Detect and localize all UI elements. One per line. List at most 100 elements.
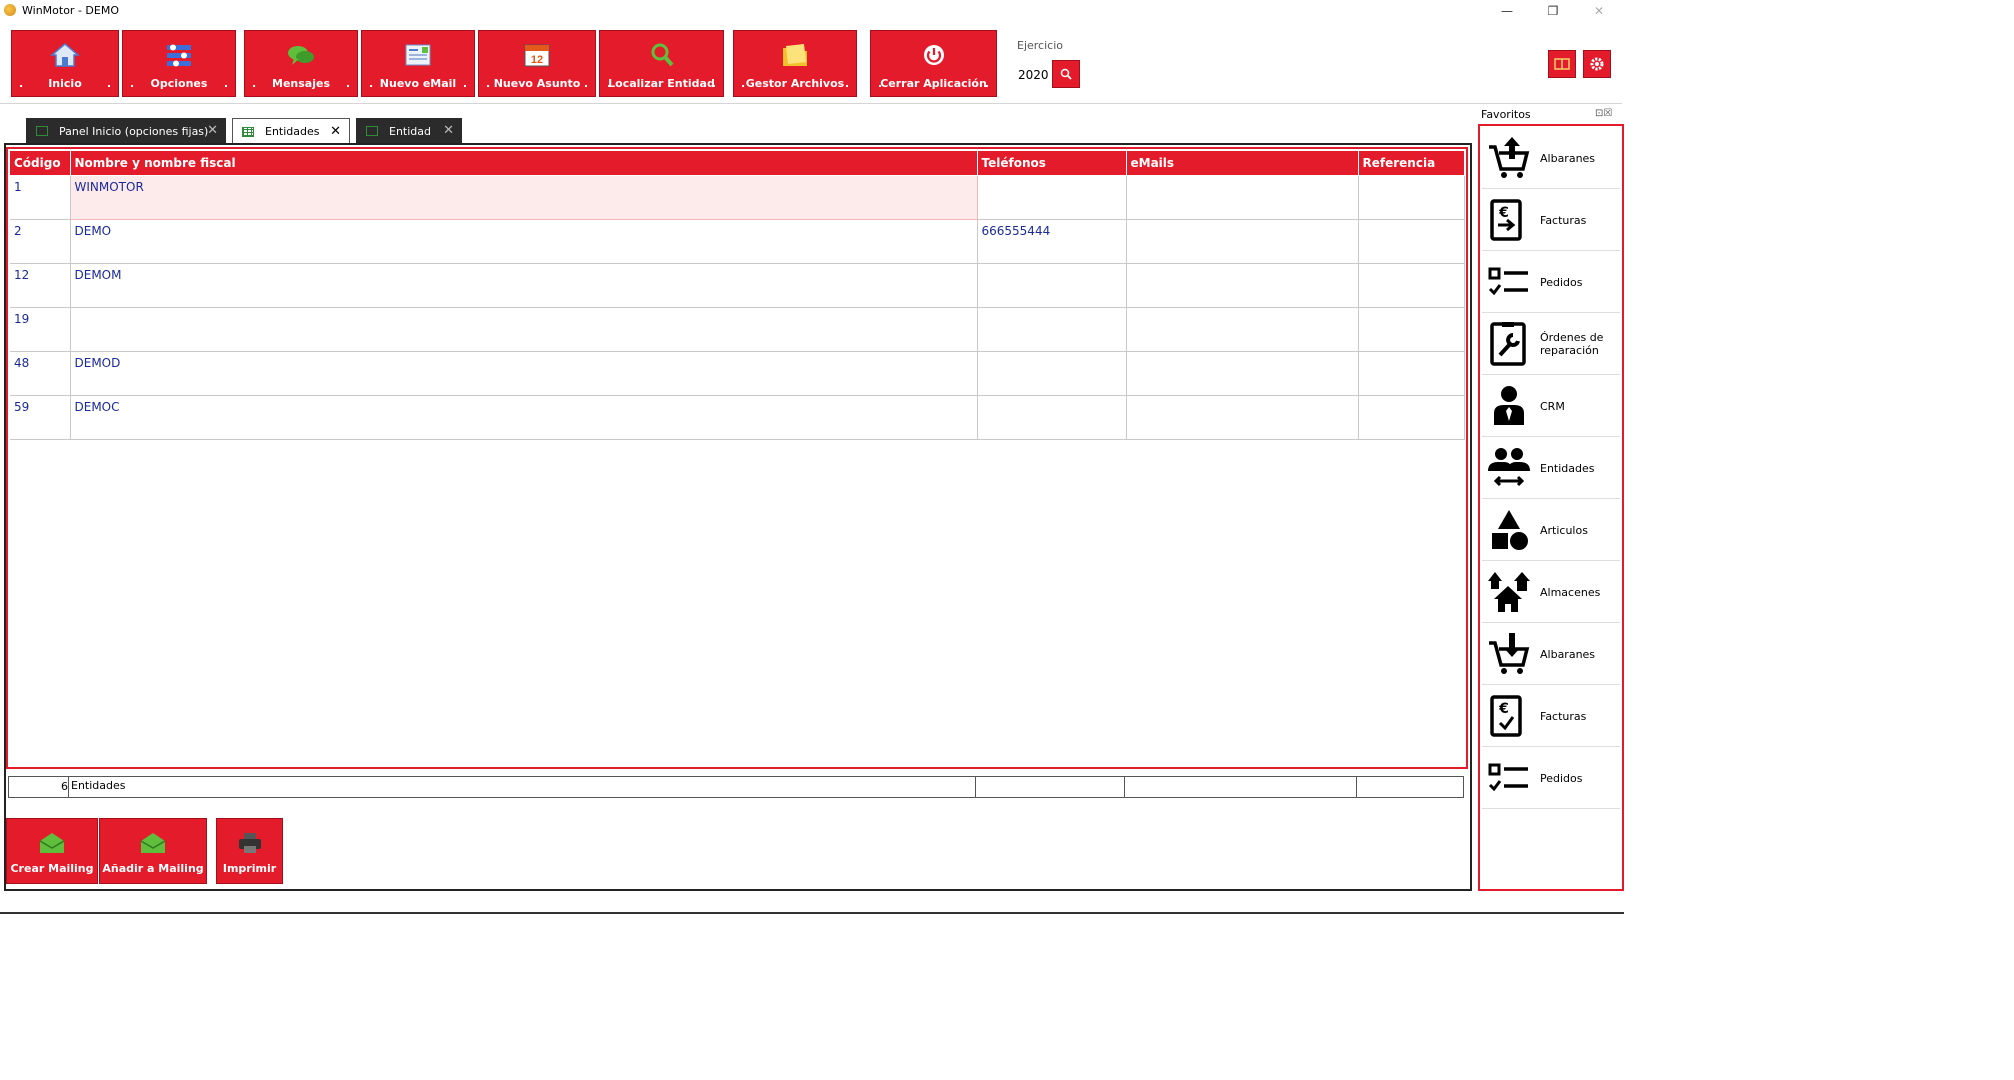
- cell-emails[interactable]: [1126, 395, 1359, 440]
- mail-add-icon: [140, 833, 166, 853]
- dot: .: [711, 77, 716, 90]
- shapes-icon: [1492, 510, 1528, 550]
- tab-panel-icon: [366, 126, 378, 136]
- cell-codigo[interactable]: 19: [10, 307, 71, 352]
- column-header-referencia[interactable]: Referencia: [1358, 151, 1465, 176]
- favorite-pedidos[interactable]: Pedidos: [1482, 251, 1620, 313]
- window-titlebar: WinMotor - DEMO — ❐ ✕: [0, 0, 2014, 22]
- favorite-facturas-2[interactable]: € Facturas: [1482, 685, 1620, 747]
- localizar-entidad-label: Localizar Entidad: [608, 77, 715, 90]
- nuevo-asunto-label: Nuevo Asunto: [493, 77, 581, 90]
- close-icon[interactable]: ✕: [330, 124, 341, 139]
- ejercicio-year-value[interactable]: 2020: [1018, 68, 1049, 82]
- column-header-telefonos[interactable]: Teléfonos: [977, 151, 1127, 176]
- mensajes-label: Mensajes: [272, 77, 330, 90]
- table-row[interactable]: 1 WINMOTOR: [10, 175, 1465, 220]
- cell-referencia[interactable]: [1358, 175, 1465, 220]
- cell-referencia[interactable]: [1358, 263, 1465, 308]
- close-icon[interactable]: ✕: [207, 123, 218, 138]
- cell-emails[interactable]: [1126, 263, 1359, 308]
- opciones-button[interactable]: . Opciones .: [122, 30, 236, 97]
- localizar-entidad-button[interactable]: . Localizar Entidad .: [599, 30, 724, 97]
- cell-emails[interactable]: [1126, 351, 1359, 396]
- gear-icon: [1590, 57, 1604, 71]
- table-row[interactable]: 59 DEMOC: [10, 395, 1465, 440]
- cart-download-icon: [1489, 633, 1530, 674]
- cell-telefonos[interactable]: [977, 175, 1127, 220]
- dot: .: [844, 77, 849, 90]
- status-separator: [0, 912, 1624, 914]
- minimize-button[interactable]: —: [1484, 0, 1530, 22]
- cell-nombre[interactable]: WINMOTOR: [69, 175, 978, 220]
- tab-label: Panel Inicio (opciones fijas): [59, 124, 209, 138]
- cell-telefonos[interactable]: [977, 307, 1127, 352]
- calendar-icon: 12: [524, 44, 550, 67]
- mensajes-button[interactable]: . Mensajes .: [244, 30, 358, 97]
- table-row[interactable]: 12 DEMOM: [10, 263, 1465, 308]
- cell-emails[interactable]: [1126, 175, 1359, 220]
- cell-referencia[interactable]: [1358, 307, 1465, 352]
- favorite-facturas[interactable]: € Facturas: [1482, 189, 1620, 251]
- nuevo-email-label: Nuevo eMail: [379, 77, 457, 90]
- favorite-entidades[interactable]: Entidades: [1482, 437, 1620, 499]
- tab-entidad[interactable]: Entidad ✕: [356, 118, 462, 144]
- layout-button[interactable]: [1548, 50, 1576, 78]
- cell-telefonos[interactable]: [977, 263, 1127, 308]
- cell-telefonos[interactable]: [977, 395, 1127, 440]
- cell-referencia[interactable]: [1358, 395, 1465, 440]
- tab-entidades[interactable]: Entidades ✕: [232, 118, 350, 144]
- cell-nombre[interactable]: [70, 307, 978, 352]
- imprimir-button[interactable]: Imprimir: [216, 818, 283, 884]
- cell-referencia[interactable]: [1358, 351, 1465, 396]
- invoice-out-icon: €: [1490, 199, 1522, 241]
- cell-nombre[interactable]: DEMOD: [70, 351, 978, 396]
- close-window-button[interactable]: ✕: [1576, 0, 1622, 22]
- cell-emails[interactable]: [1126, 219, 1359, 264]
- cell-codigo[interactable]: 59: [10, 395, 71, 440]
- cell-codigo[interactable]: 48: [10, 351, 71, 396]
- cerrar-aplicacion-label: Cerrar Aplicación: [880, 77, 987, 90]
- table-row[interactable]: 19: [10, 307, 1465, 352]
- cell-nombre[interactable]: DEMOM: [70, 263, 978, 308]
- ejercicio-search-button[interactable]: [1052, 60, 1080, 88]
- favorite-pedidos-2[interactable]: Pedidos: [1482, 747, 1620, 809]
- tab-panel-inicio[interactable]: Panel Inicio (opciones fijas) ✕: [26, 118, 226, 144]
- cell-codigo[interactable]: 12: [10, 263, 71, 308]
- inicio-button[interactable]: . Inicio .: [11, 30, 119, 97]
- dot: .: [984, 77, 989, 90]
- favorite-label: Pedidos: [1540, 771, 1583, 785]
- cell-codigo[interactable]: 1: [10, 175, 71, 220]
- window-title: WinMotor - DEMO: [22, 4, 119, 17]
- crear-mailing-button[interactable]: Crear Mailing: [6, 818, 98, 884]
- cell-telefonos[interactable]: [977, 351, 1127, 396]
- gestor-archivos-button[interactable]: . Gestor Archivos .: [733, 30, 857, 97]
- favorite-label: Pedidos: [1540, 275, 1583, 289]
- favorite-articulos[interactable]: Articulos: [1482, 499, 1620, 561]
- cell-referencia[interactable]: [1358, 219, 1465, 264]
- table-row[interactable]: 2 DEMO 666555444: [10, 219, 1465, 264]
- nuevo-email-button[interactable]: . Nuevo eMail .: [361, 30, 475, 97]
- cell-codigo[interactable]: 2: [10, 219, 71, 264]
- cell-nombre[interactable]: DEMO: [70, 219, 978, 264]
- favorite-albaranes[interactable]: Albaranes: [1482, 127, 1620, 189]
- cell-emails[interactable]: [1126, 307, 1359, 352]
- nuevo-asunto-button[interactable]: 12 . Nuevo Asunto .: [478, 30, 596, 97]
- cerrar-aplicacion-button[interactable]: . Cerrar Aplicación .: [870, 30, 997, 97]
- favorite-crm[interactable]: CRM: [1482, 375, 1620, 437]
- opciones-label: Opciones: [150, 77, 208, 90]
- favorite-label: Entidades: [1540, 461, 1595, 475]
- favorite-almacenes[interactable]: Almacenes: [1482, 561, 1620, 623]
- column-header-codigo[interactable]: Código: [10, 151, 71, 176]
- favorite-ordenes-reparacion[interactable]: Órdenes de reparación: [1482, 313, 1620, 375]
- close-icon[interactable]: ✕: [443, 123, 454, 138]
- table-row[interactable]: 48 DEMOD: [10, 351, 1465, 396]
- cell-nombre[interactable]: DEMOC: [70, 395, 978, 440]
- settings-button[interactable]: [1583, 50, 1611, 78]
- column-header-emails[interactable]: eMails: [1126, 151, 1359, 176]
- favoritos-window-controls[interactable]: ⊡☒: [1595, 108, 1612, 119]
- cell-telefonos[interactable]: 666555444: [977, 219, 1127, 264]
- column-header-nombre[interactable]: Nombre y nombre fiscal: [70, 151, 978, 176]
- favorite-albaranes-2[interactable]: Albaranes: [1482, 623, 1620, 685]
- anadir-mailing-button[interactable]: Añadir a Mailing: [99, 818, 207, 884]
- restore-button[interactable]: ❐: [1530, 0, 1576, 22]
